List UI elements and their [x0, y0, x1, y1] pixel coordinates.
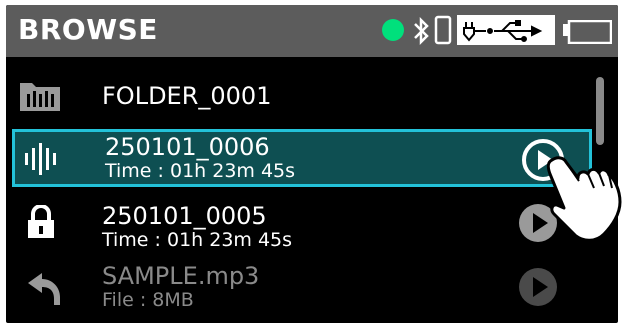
list-item-locked[interactable]: 250101_0005 Time : 01h 23m 45s: [6, 193, 586, 253]
item-text: 250101_0005 Time : 01h 23m 45s: [102, 203, 292, 251]
bluetooth-icon: [414, 16, 429, 46]
item-text: SAMPLE.mp3 File : 8MB: [102, 263, 259, 311]
screen: BROWSE FOLDER_0001 250101_0006 Time: 01…: [6, 5, 618, 323]
folder-label: FOLDER_0001: [102, 83, 271, 109]
list-item-sample[interactable]: SAMPLE.mp3 File : 8MB: [6, 255, 586, 315]
item-text: 250101_0006 Time : 01h 23m 45s: [105, 134, 295, 182]
phone-icon: [434, 15, 452, 45]
item-name: SAMPLE.mp3: [102, 262, 260, 290]
item-name: 250101_0005: [102, 202, 267, 230]
item-detail: Time : 01h 23m 45s: [105, 160, 296, 182]
lock-icon: [28, 205, 54, 238]
item-name: FOLDER_0001: [102, 82, 272, 110]
item-detail: File : 8MB: [102, 289, 194, 311]
folder-icon: [20, 83, 60, 111]
recorder-device: BROWSE FOLDER_0001 250101_0006 Time: 01…: [0, 0, 627, 329]
header-bar: BROWSE: [6, 5, 618, 57]
hand-pointer-icon: [546, 156, 622, 242]
waveform-icon: [25, 143, 56, 175]
item-name: 250101_0006: [105, 133, 270, 161]
scrollbar[interactable]: [596, 77, 604, 145]
item-detail: Time : 01h 23m 45s: [102, 229, 293, 251]
battery-icon: [563, 20, 612, 44]
usb-icon: [457, 15, 555, 45]
undo-icon: [28, 273, 60, 305]
list-item-selected[interactable]: 250101_0006 Time : 01h 23m 45s: [12, 129, 592, 187]
page-title: BROWSE: [18, 13, 158, 46]
list-item-folder[interactable]: FOLDER_0001: [6, 69, 586, 129]
status-indicator: [382, 19, 404, 41]
play-button-icon[interactable]: [518, 267, 558, 307]
